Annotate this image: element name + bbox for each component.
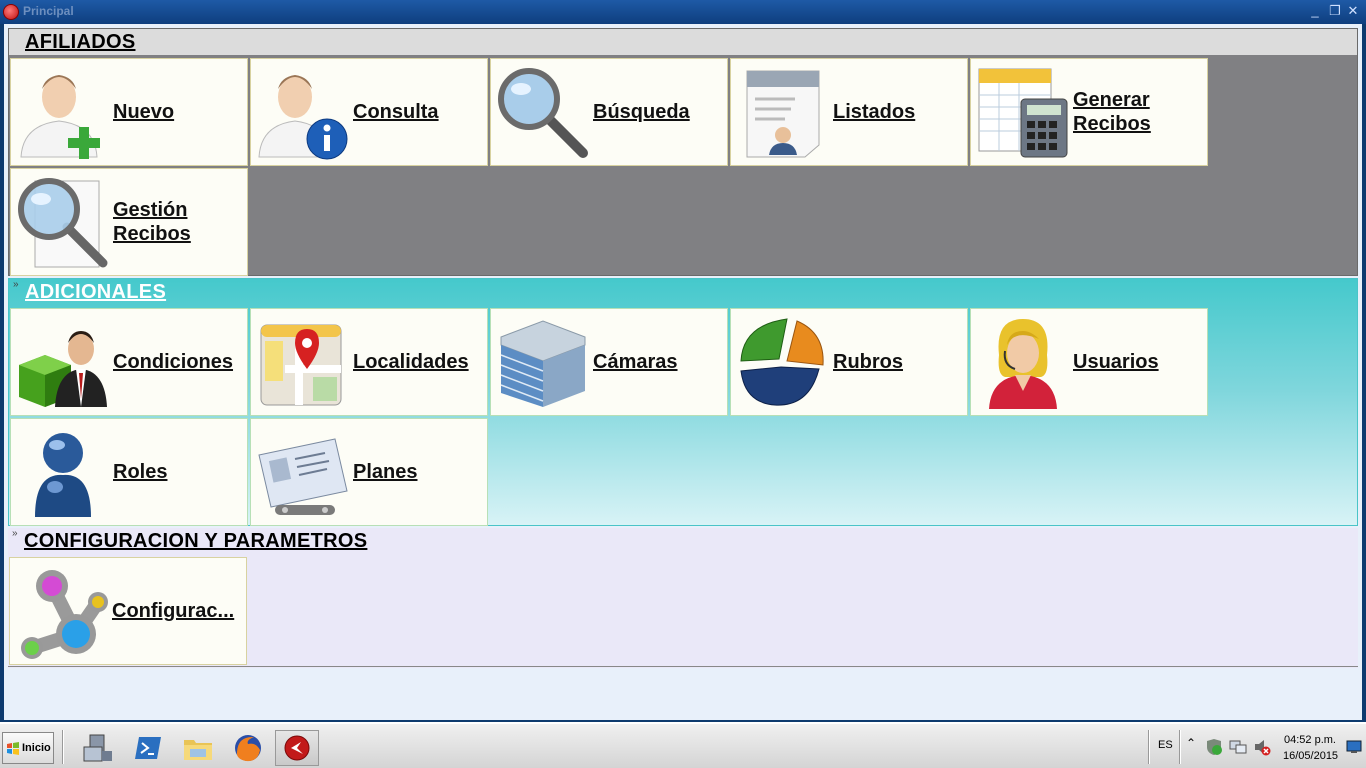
close-icon[interactable]: ✕ (1344, 2, 1362, 20)
tile-label: Planes (353, 461, 418, 483)
building-icon (495, 315, 591, 411)
cube-businessman-icon (15, 315, 111, 411)
tile-label: Condiciones (113, 351, 234, 373)
tile-label: Localidades (353, 351, 469, 373)
pie-chart-icon (735, 315, 831, 411)
document-search-icon (15, 175, 111, 271)
taskbar-separator (1148, 730, 1150, 764)
title-bar: Principal _ ❐ ✕ (0, 0, 1366, 24)
tile-configuracion[interactable]: Configurac... (9, 557, 247, 665)
taskbar-separator (62, 730, 64, 764)
tile-label: Cámaras (593, 351, 678, 373)
user-silhouette-icon (15, 425, 111, 521)
tile-planes[interactable]: Planes (250, 418, 488, 526)
main-client-area: AFILIADOS Nuevo Consulta Búsqueda Listad… (4, 24, 1362, 720)
section-header-afiliados[interactable]: AFILIADOS (9, 29, 1357, 55)
collapse-chevron-icon[interactable]: » (12, 528, 18, 539)
tile-label: Nuevo (113, 101, 175, 123)
tile-gestion-recibos[interactable]: Gestión Recibos (10, 168, 248, 276)
tile-nuevo[interactable]: Nuevo (10, 58, 248, 166)
map-pin-icon (255, 315, 351, 411)
restore-icon[interactable]: ❐ (1326, 2, 1344, 20)
taskbar-separator (1179, 730, 1181, 764)
file-explorer-icon[interactable] (176, 730, 220, 766)
tile-rubros[interactable]: Rubros (730, 308, 968, 416)
clock-time[interactable]: 04:52 p.m. (1284, 734, 1336, 746)
tile-label: Consulta (353, 101, 439, 123)
principal-app-icon[interactable] (275, 730, 319, 766)
tile-label: Usuarios (1073, 351, 1159, 373)
tile-label: Gestión Recibos (113, 199, 191, 245)
action-center-icon[interactable] (1204, 737, 1224, 757)
calculator-spreadsheet-icon (975, 65, 1071, 161)
start-button[interactable]: Inicio (2, 732, 54, 764)
section-title: CONFIGURACION Y PARAMETROS (24, 530, 368, 552)
magnifier-icon (495, 65, 591, 161)
tile-label: Búsqueda (593, 101, 690, 123)
firefox-icon[interactable] (226, 730, 270, 766)
section-title: AFILIADOS (25, 31, 136, 53)
taskbar: Inicio ES ⌃ 04:52 p.m. 16/05/2015 (0, 722, 1366, 768)
section-divider (8, 666, 1358, 667)
section-header-configuracion[interactable]: » CONFIGURACION Y PARAMETROS (8, 528, 1358, 554)
tile-consulta[interactable]: Consulta (250, 58, 488, 166)
language-indicator[interactable]: ES (1158, 739, 1173, 751)
tile-label: Configurac... (112, 600, 235, 622)
tile-label: Listados (833, 101, 916, 123)
minimize-icon[interactable]: _ (1306, 2, 1324, 20)
network-icon[interactable] (1228, 737, 1248, 757)
window-title: Principal (23, 4, 74, 18)
tile-label: Roles (113, 461, 168, 483)
support-agent-icon (975, 315, 1071, 411)
section-afiliados: AFILIADOS Nuevo Consulta Búsqueda Listad… (8, 28, 1358, 276)
section-adicionales: » ADICIONALES Condiciones Localidades Cá… (8, 278, 1358, 526)
user-add-icon (15, 65, 111, 161)
clock-date[interactable]: 16/05/2015 (1283, 750, 1338, 762)
section-configuracion: » CONFIGURACION Y PARAMETROS Configurac.… (8, 528, 1358, 668)
settings-nodes-icon (14, 564, 110, 660)
app-icon[interactable] (3, 4, 19, 20)
collapse-chevron-icon[interactable]: » (13, 279, 19, 290)
tile-usuarios[interactable]: Usuarios (970, 308, 1208, 416)
start-label: Inicio (22, 742, 51, 754)
tile-condiciones[interactable]: Condiciones (10, 308, 248, 416)
powershell-icon[interactable] (126, 730, 170, 766)
tile-localidades[interactable]: Localidades (250, 308, 488, 416)
document-list-icon (735, 65, 831, 161)
server-manager-icon[interactable] (76, 730, 120, 766)
tile-roles[interactable]: Roles (10, 418, 248, 526)
windows-logo-icon (7, 742, 19, 755)
tile-label: Generar Recibos (1073, 89, 1151, 135)
user-info-icon (255, 65, 351, 161)
show-hidden-icons-chevron-icon[interactable]: ⌃ (1186, 736, 1196, 750)
show-desktop-icon[interactable] (1346, 740, 1362, 754)
volume-muted-icon[interactable] (1252, 737, 1272, 757)
section-header-adicionales[interactable]: » ADICIONALES (9, 279, 1357, 305)
id-card-icon (255, 425, 351, 521)
tile-generar-recibos[interactable]: Generar Recibos (970, 58, 1208, 166)
tile-busqueda[interactable]: Búsqueda (490, 58, 728, 166)
tile-camaras[interactable]: Cámaras (490, 308, 728, 416)
tile-label: Rubros (833, 351, 903, 373)
tile-listados[interactable]: Listados (730, 58, 968, 166)
section-title: ADICIONALES (25, 281, 167, 303)
